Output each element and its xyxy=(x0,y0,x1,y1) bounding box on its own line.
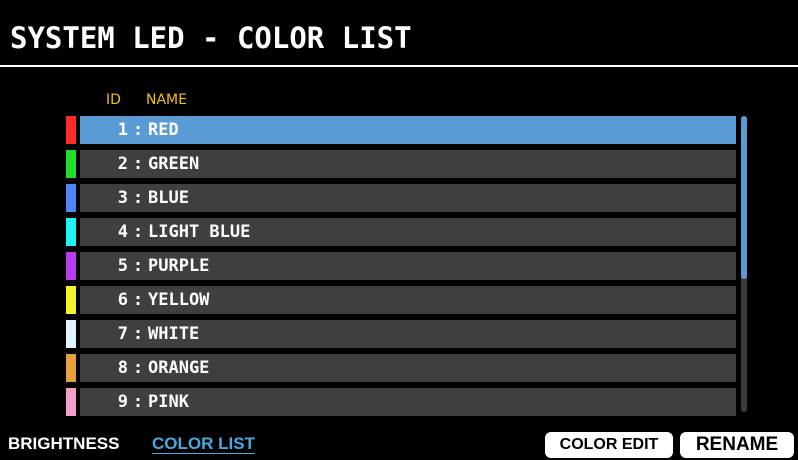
color-name: WHITE xyxy=(148,324,200,344)
id-separator: : xyxy=(132,154,144,174)
id-separator: : xyxy=(132,290,144,310)
color-list-item-bar[interactable]: 1: RED xyxy=(80,116,736,144)
scrollbar-thumb[interactable] xyxy=(741,116,747,279)
color-id: 8 xyxy=(117,358,128,378)
color-id: 2 xyxy=(117,154,128,174)
color-list-item[interactable]: 1: RED xyxy=(66,116,736,144)
rename-button[interactable]: RENAME xyxy=(680,432,794,458)
color-list: 1: RED 2: GREEN 3: BLUE 4: LIGHT BLUE 5: PURPLE 6:… xyxy=(66,116,736,422)
color-swatch xyxy=(66,218,76,246)
tab-brightness[interactable]: BRIGHTNESS xyxy=(8,431,119,457)
color-id: 3 xyxy=(117,188,128,208)
scrollbar-track[interactable] xyxy=(741,116,747,412)
color-list-item[interactable]: 4: LIGHT BLUE xyxy=(66,218,736,246)
color-id: 5 xyxy=(117,256,128,276)
page-title: SYSTEM LED - COLOR LIST xyxy=(10,21,412,55)
color-list-item-bar[interactable]: 5: PURPLE xyxy=(80,252,736,280)
color-list-item[interactable]: 7: WHITE xyxy=(66,320,736,348)
column-header-name: NAME xyxy=(146,92,187,108)
color-list-item[interactable]: 6: YELLOW xyxy=(66,286,736,314)
color-edit-button[interactable]: COLOR EDIT xyxy=(545,432,673,458)
id-separator: : xyxy=(132,392,144,412)
color-swatch xyxy=(66,388,76,416)
color-name: YELLOW xyxy=(148,290,210,310)
color-swatch xyxy=(66,252,76,280)
color-swatch xyxy=(66,150,76,178)
color-id: 7 xyxy=(117,324,128,344)
color-name: BLUE xyxy=(148,188,189,208)
color-swatch xyxy=(66,286,76,314)
color-swatch xyxy=(66,116,76,144)
color-swatch xyxy=(66,354,76,382)
color-id: 4 xyxy=(117,222,128,242)
color-list-item-bar[interactable]: 6: YELLOW xyxy=(80,286,736,314)
color-list-item-bar[interactable]: 8: ORANGE xyxy=(80,354,736,382)
color-list-item[interactable]: 5: PURPLE xyxy=(66,252,736,280)
color-list-item-bar[interactable]: 3: BLUE xyxy=(80,184,736,212)
color-swatch xyxy=(66,184,76,212)
color-list-item-bar[interactable]: 2: GREEN xyxy=(80,150,736,178)
color-name: ORANGE xyxy=(148,358,210,378)
color-list-item[interactable]: 9: PINK xyxy=(66,388,736,416)
color-name: LIGHT BLUE xyxy=(148,222,251,242)
color-swatch xyxy=(66,320,76,348)
color-name: PURPLE xyxy=(148,256,210,276)
color-id: 9 xyxy=(117,392,128,412)
id-separator: : xyxy=(132,120,144,140)
color-id: 6 xyxy=(117,290,128,310)
color-name: GREEN xyxy=(148,154,200,174)
id-separator: : xyxy=(132,358,144,378)
color-name: PINK xyxy=(148,392,189,412)
title-divider xyxy=(0,65,798,67)
color-list-item-bar[interactable]: 4: LIGHT BLUE xyxy=(80,218,736,246)
id-separator: : xyxy=(132,222,144,242)
color-list-item[interactable]: 3: BLUE xyxy=(66,184,736,212)
color-id: 1 xyxy=(117,120,128,140)
id-separator: : xyxy=(132,256,144,276)
id-separator: : xyxy=(132,188,144,208)
color-list-item-bar[interactable]: 7: WHITE xyxy=(80,320,736,348)
tab-color-list[interactable]: COLOR LIST xyxy=(152,431,255,457)
color-list-item[interactable]: 2: GREEN xyxy=(66,150,736,178)
color-list-item-bar[interactable]: 9: PINK xyxy=(80,388,736,416)
color-name: RED xyxy=(148,120,179,140)
color-list-item[interactable]: 8: ORANGE xyxy=(66,354,736,382)
column-header-id: ID xyxy=(106,92,121,108)
id-separator: : xyxy=(132,324,144,344)
